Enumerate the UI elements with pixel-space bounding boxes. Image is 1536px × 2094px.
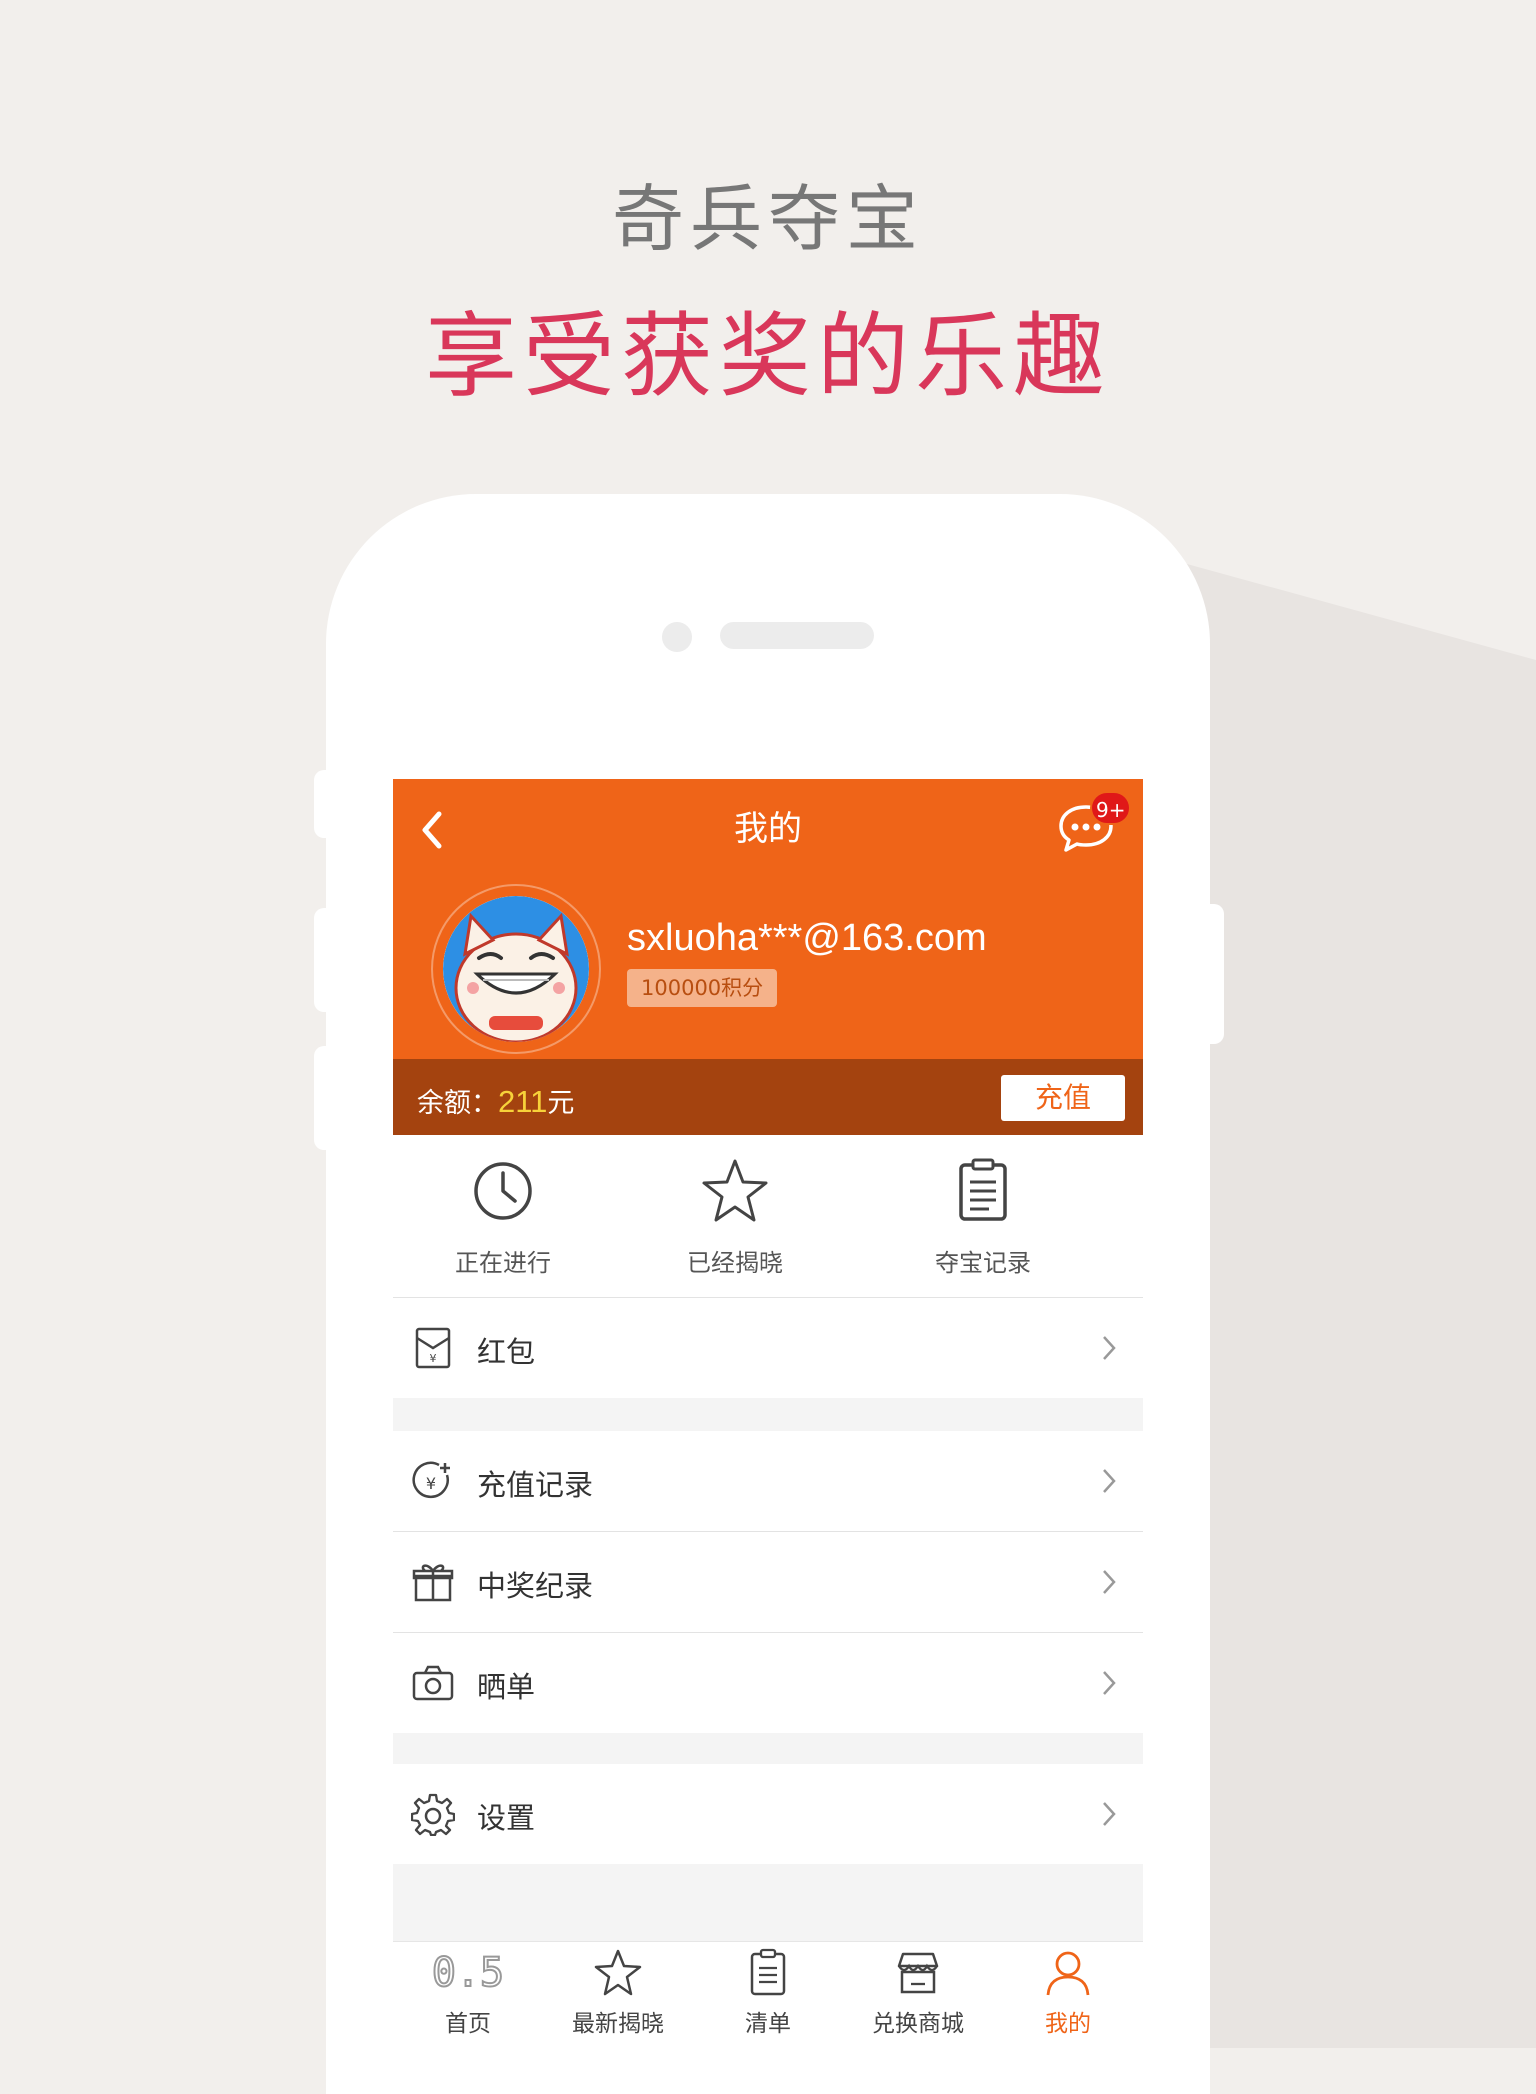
- points-badge: 100000积分: [627, 969, 778, 1007]
- balance-bar: 余额：211元 充值: [393, 1059, 1143, 1135]
- avatar[interactable]: [443, 896, 589, 1042]
- menu-item-red-packet[interactable]: ¥ 红包: [393, 1298, 1143, 1398]
- clipboard-icon: [959, 1158, 1007, 1221]
- tab-label: 清单: [745, 2011, 791, 2037]
- message-badge: 9+: [1090, 791, 1132, 825]
- chevron-right-icon: [1103, 1336, 1116, 1360]
- chevron-right-icon: [1103, 1802, 1116, 1826]
- tab-list[interactable]: 清单: [693, 1942, 843, 2048]
- quick-action-records[interactable]: 夺宝记录: [883, 1135, 1083, 1297]
- clock-icon: [474, 1162, 532, 1220]
- recharge-coin-icon: ¥: [412, 1461, 450, 1499]
- tab-label: 最新揭晓: [572, 2011, 664, 2037]
- balance-amount: 211: [498, 1084, 548, 1119]
- chevron-right-icon: [1103, 1469, 1116, 1493]
- menu-item-show-orders[interactable]: 晒单: [393, 1633, 1143, 1733]
- gear-icon: [411, 1793, 455, 1836]
- balance-text: 余额：211元: [417, 1081, 574, 1120]
- quick-action-in-progress[interactable]: 正在进行: [403, 1135, 603, 1297]
- balance-unit: 元: [547, 1088, 575, 1119]
- quick-action-label: 正在进行: [455, 1249, 551, 1277]
- tab-mine[interactable]: 我的: [993, 1942, 1143, 2048]
- phone-camera: [662, 622, 692, 652]
- quick-action-revealed[interactable]: 已经揭晓: [635, 1135, 835, 1297]
- tab-label: 我的: [1045, 2011, 1091, 2037]
- tab-exchange-mall[interactable]: 兑换商城: [843, 1942, 993, 2048]
- quick-action-label: 已经揭晓: [687, 1249, 783, 1277]
- menu-label: 晒单: [477, 1670, 536, 1704]
- cat-avatar-icon: [443, 896, 589, 1042]
- gift-icon: [412, 1564, 454, 1602]
- menu-label: 充值记录: [477, 1468, 594, 1502]
- promo-subheadline: 享受获奖的乐趣: [424, 303, 1111, 410]
- svg-text:¥: ¥: [426, 1474, 436, 1493]
- balance-label: 余额：: [417, 1088, 498, 1119]
- svg-text:¥: ¥: [430, 1352, 437, 1365]
- store-icon: [897, 1952, 939, 1994]
- tab-label: 首页: [445, 2011, 491, 2037]
- star-icon: [594, 1949, 642, 1996]
- recharge-button[interactable]: 充值: [1001, 1075, 1125, 1121]
- menu-label: 红包: [477, 1335, 536, 1369]
- chevron-right-icon: [1103, 1570, 1116, 1594]
- tab-label: 兑换商城: [872, 2011, 964, 2037]
- profile-header: 我的 9+ sxluoha***@163.com 100000积分: [393, 779, 1143, 1059]
- menu-label: 设置: [477, 1801, 536, 1835]
- tab-home[interactable]: 0.5 首页: [393, 1942, 543, 2048]
- app-screen: 我的 9+ sxluoha***@163.com 100000积分 余额：211…: [393, 779, 1143, 2048]
- tab-latest-reveal[interactable]: 最新揭晓: [543, 1942, 693, 2048]
- phone-speaker: [720, 622, 874, 649]
- user-icon: [1046, 1951, 1090, 1996]
- quick-actions: 正在进行 已经揭晓 夺宝记录: [393, 1135, 1143, 1298]
- menu-item-prize-records[interactable]: 中奖纪录: [393, 1532, 1143, 1632]
- home-price-icon: 0.5: [431, 1949, 505, 1997]
- menu-label: 中奖纪录: [477, 1569, 594, 1603]
- red-packet-icon: ¥: [415, 1327, 451, 1369]
- menu-item-recharge-records[interactable]: ¥ 充值记录: [393, 1431, 1143, 1531]
- clipboard-icon: [750, 1948, 786, 1996]
- quick-action-label: 夺宝记录: [935, 1249, 1031, 1277]
- star-icon: [702, 1159, 768, 1222]
- chevron-right-icon: [1103, 1671, 1116, 1695]
- menu-item-settings[interactable]: 设置: [393, 1764, 1143, 1864]
- promo-headline: 奇兵夺宝: [611, 177, 924, 261]
- user-email: sxluoha***@163.com: [627, 917, 987, 959]
- camera-icon: [412, 1665, 454, 1701]
- bottom-tab-bar: 0.5 首页 最新揭晓 清单 兑换商城 我的: [393, 1941, 1143, 2048]
- page-title: 我的: [734, 809, 802, 849]
